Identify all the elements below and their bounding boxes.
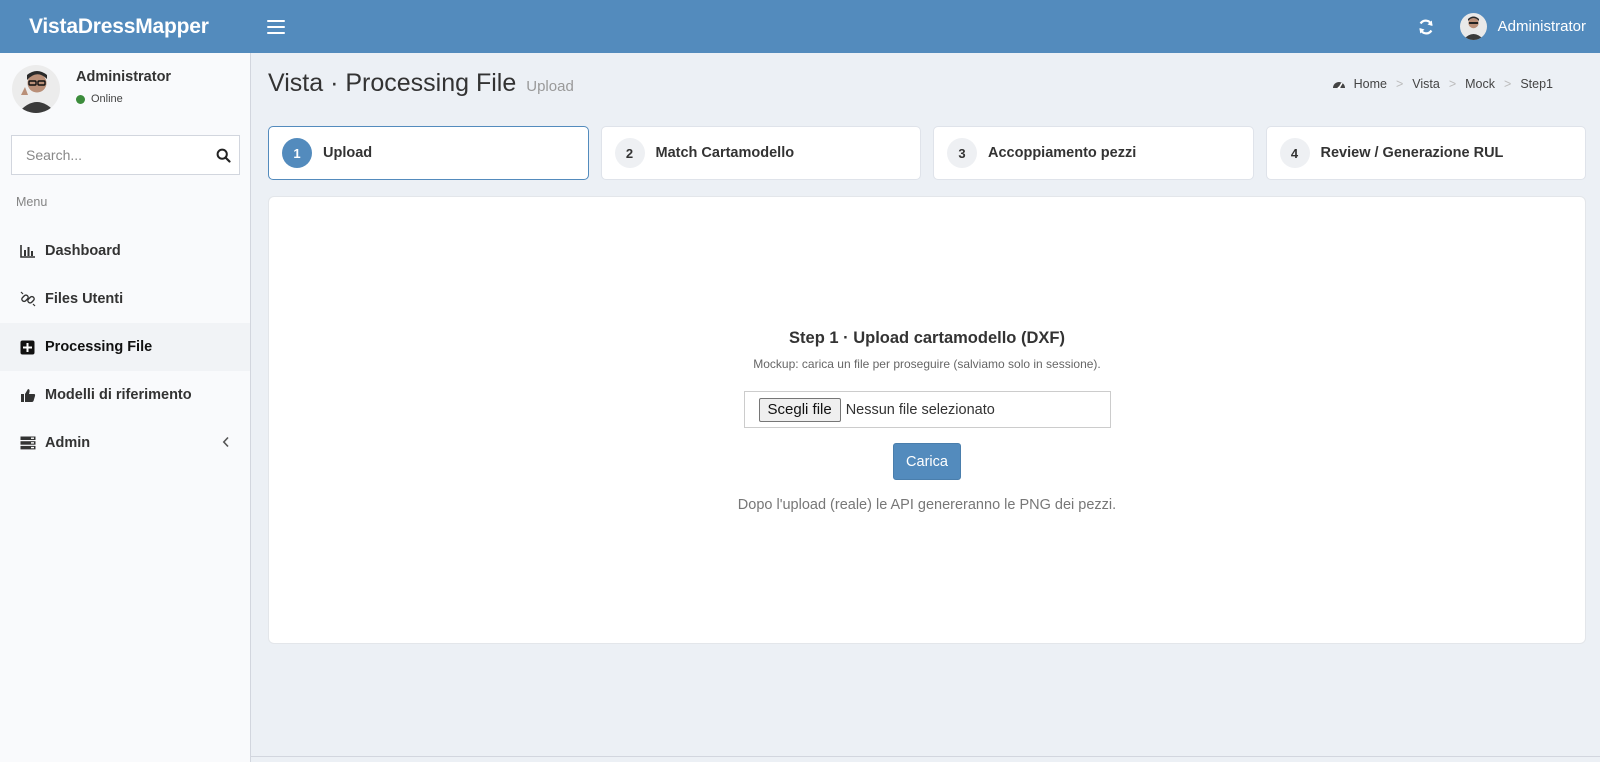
navbar-right: Administrator bbox=[1416, 0, 1600, 53]
sidebar-item-label: Dashboard bbox=[45, 243, 121, 259]
server-icon bbox=[19, 435, 36, 452]
step-number: 1 bbox=[282, 138, 312, 168]
user-status: Online bbox=[76, 93, 171, 105]
breadcrumb-separator: > bbox=[1448, 77, 1457, 91]
avatar bbox=[1459, 13, 1487, 40]
step-review-generazione[interactable]: 4 Review / Generazione RUL bbox=[1265, 126, 1586, 180]
refresh-icon[interactable] bbox=[1416, 17, 1436, 37]
thumbs-up-icon bbox=[19, 387, 36, 404]
user-panel: Administrator Online bbox=[0, 53, 250, 127]
sidebar-menu: Dashboard Files Utenti Processing File M… bbox=[0, 227, 250, 467]
sidebar-item-files-utenti[interactable]: Files Utenti bbox=[0, 275, 250, 323]
breadcrumb-vista[interactable]: Vista bbox=[1412, 77, 1440, 91]
breadcrumb: Home > Vista > Mock > Step1 bbox=[1332, 77, 1553, 91]
step-label: Accoppiamento pezzi bbox=[988, 145, 1137, 161]
upload-card: Step 1 · Upload cartamodello (DXF) Mocku… bbox=[268, 196, 1586, 644]
dashboard-gauge-icon bbox=[1332, 82, 1345, 90]
step-label: Review / Generazione RUL bbox=[1320, 145, 1504, 161]
file-status: Nessun file selezionato bbox=[845, 401, 995, 418]
plus-square-icon bbox=[19, 339, 36, 356]
upload-note: Dopo l'upload (reale) le API genereranno… bbox=[737, 497, 1117, 513]
sidebar-item-modelli[interactable]: Modelli di riferimento bbox=[0, 371, 250, 419]
sidebar-item-label: Processing File bbox=[45, 339, 153, 355]
step-number: 3 bbox=[947, 138, 977, 168]
step-match-cartamodello[interactable]: 2 Match Cartamodello bbox=[600, 126, 921, 180]
bar-chart-icon bbox=[19, 243, 36, 260]
page-title: Vista · Processing File bbox=[268, 69, 517, 97]
sidebar-item-processing-file[interactable]: Processing File bbox=[0, 323, 250, 371]
sidebar-item-label: Admin bbox=[45, 435, 91, 451]
upload-submit-button[interactable]: Carica bbox=[893, 443, 961, 480]
top-navbar: VistaDressMapper Administrator bbox=[0, 0, 1600, 53]
breadcrumb-mock[interactable]: Mock bbox=[1465, 77, 1495, 91]
search-icon bbox=[216, 148, 231, 163]
step-label: Upload bbox=[323, 145, 373, 161]
status-label: Online bbox=[91, 93, 123, 105]
sidebar-user-name: Administrator bbox=[76, 69, 172, 85]
sidebar-item-admin[interactable]: Admin bbox=[0, 419, 250, 467]
step-label: Match Cartamodello bbox=[655, 145, 795, 161]
choose-file-button[interactable]: Scegli file bbox=[758, 397, 841, 422]
sidebar-search bbox=[11, 135, 240, 175]
upload-heading: Step 1 · Upload cartamodello (DXF) bbox=[789, 329, 1065, 347]
breadcrumb-home[interactable]: Home bbox=[1354, 77, 1387, 91]
chevron-left-icon[interactable] bbox=[222, 436, 230, 448]
upload-form: Step 1 · Upload cartamodello (DXF) Mocku… bbox=[269, 197, 1585, 643]
step-number: 2 bbox=[614, 138, 645, 168]
sidebar-item-label: Modelli di riferimento bbox=[45, 387, 192, 403]
avatar bbox=[12, 65, 60, 113]
hamburger-icon[interactable] bbox=[267, 19, 285, 34]
breadcrumb-separator: > bbox=[1395, 77, 1404, 91]
sidebar-item-label: Files Utenti bbox=[45, 291, 124, 307]
search-input[interactable] bbox=[12, 136, 207, 174]
search-button[interactable] bbox=[207, 136, 239, 174]
wizard-steps: 1 Upload 2 Match Cartamodello 3 Accoppia… bbox=[268, 126, 1586, 180]
step-accoppiamento-pezzi[interactable]: 3 Accoppiamento pezzi bbox=[933, 126, 1254, 180]
navbar-user-name: Administrator bbox=[1497, 18, 1586, 35]
upload-subtitle: Mockup: carica un file per proseguire (s… bbox=[753, 357, 1101, 371]
page-subtitle: Upload bbox=[526, 78, 574, 95]
user-info: Administrator Online bbox=[76, 69, 171, 105]
page-header: Vista · Processing File Upload bbox=[268, 69, 574, 98]
user-menu[interactable]: Administrator bbox=[1459, 13, 1600, 40]
file-input[interactable]: Scegli file Nessun file selezionato bbox=[743, 391, 1111, 428]
chain-link-icon bbox=[19, 291, 36, 308]
footer-divider bbox=[251, 756, 1600, 757]
sidebar: Administrator Online Menu Dashboard bbox=[0, 53, 251, 762]
step-number: 4 bbox=[1279, 138, 1310, 168]
sidebar-item-dashboard[interactable]: Dashboard bbox=[0, 227, 250, 275]
step-upload[interactable]: 1 Upload bbox=[268, 126, 589, 180]
online-status-dot-icon bbox=[76, 94, 85, 104]
brand-logo[interactable]: VistaDressMapper bbox=[0, 0, 250, 53]
menu-header: Menu bbox=[16, 195, 48, 209]
breadcrumb-step1: Step1 bbox=[1520, 77, 1553, 91]
breadcrumb-separator: > bbox=[1504, 77, 1512, 91]
main-content: Vista · Processing File Upload Home > Vi… bbox=[251, 53, 1600, 762]
